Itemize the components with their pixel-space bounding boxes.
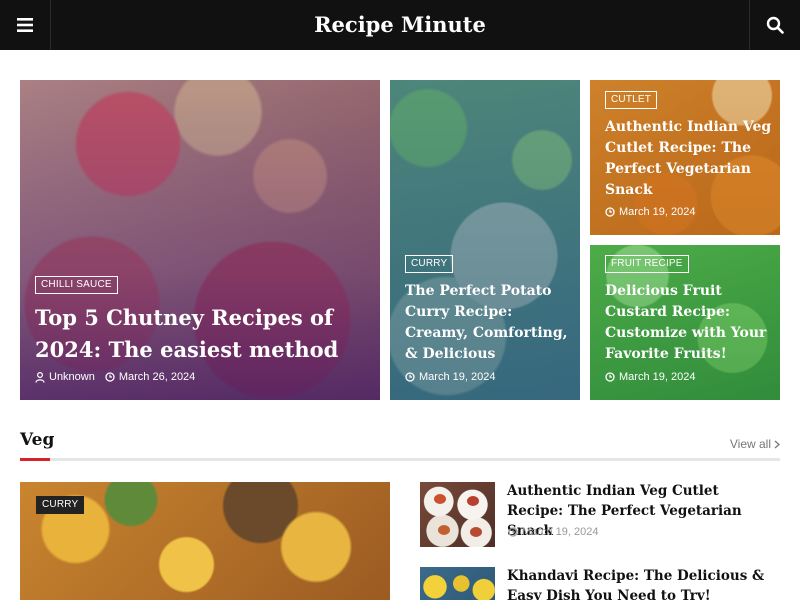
post-meta: Unknown March 26, 2024 bbox=[35, 371, 195, 383]
list-item-thumbnail[interactable] bbox=[420, 567, 495, 600]
section-title[interactable]: Veg bbox=[20, 430, 54, 450]
clock-icon bbox=[605, 372, 615, 382]
chevron-right-icon bbox=[774, 440, 780, 448]
post-date: March 19, 2024 bbox=[419, 371, 496, 383]
post-meta: March 19, 2024 bbox=[405, 371, 495, 383]
category-badge[interactable]: FRUIT RECIPE bbox=[605, 255, 689, 273]
view-all-link[interactable]: View all bbox=[730, 437, 780, 451]
hamburger-menu-icon bbox=[17, 18, 33, 32]
list-item-thumbnail[interactable] bbox=[420, 482, 495, 547]
menu-button[interactable] bbox=[0, 0, 51, 50]
featured-post-4[interactable]: FRUIT RECIPE Delicious Fruit Custard Rec… bbox=[590, 245, 780, 400]
list-item-date: March 19, 2024 bbox=[522, 526, 599, 538]
user-icon bbox=[35, 371, 45, 383]
view-all-label: View all bbox=[729, 437, 771, 451]
search-icon bbox=[766, 16, 784, 34]
featured-post-title[interactable]: Top 5 Chutney Recipes of 2024: The easie… bbox=[35, 302, 370, 366]
featured-post-title[interactable]: The Perfect Potato Curry Recipe: Creamy,… bbox=[405, 281, 573, 365]
category-badge[interactable]: CUTLET bbox=[605, 91, 658, 109]
featured-post-1[interactable]: CHILLI SAUCE Top 5 Chutney Recipes of 20… bbox=[20, 80, 380, 400]
site-title[interactable]: Recipe Minute bbox=[200, 0, 600, 50]
section-main-post[interactable]: CURRY bbox=[20, 482, 390, 600]
featured-post-title[interactable]: Delicious Fruit Custard Recipe: Customiz… bbox=[605, 281, 777, 365]
clock-icon bbox=[105, 372, 115, 382]
clock-icon bbox=[605, 207, 615, 217]
post-date: March 19, 2024 bbox=[619, 206, 696, 218]
post-date: March 26, 2024 bbox=[118, 371, 196, 383]
post-meta: March 19, 2024 bbox=[605, 206, 695, 218]
category-badge[interactable]: CHILLI SAUCE bbox=[35, 276, 118, 294]
category-badge[interactable]: CURRY bbox=[36, 496, 85, 514]
post-meta: March 19, 2024 bbox=[605, 371, 695, 383]
featured-post-2[interactable]: CURRY The Perfect Potato Curry Recipe: C… bbox=[390, 80, 580, 400]
category-badge[interactable]: CURRY bbox=[405, 255, 454, 273]
section-accent-bar bbox=[20, 458, 50, 461]
section-divider bbox=[20, 458, 780, 461]
top-navbar: Recipe Minute bbox=[0, 0, 800, 50]
search-button[interactable] bbox=[749, 0, 800, 50]
featured-post-title[interactable]: Authentic Indian Veg Cutlet Recipe: The … bbox=[605, 117, 775, 201]
featured-post-3[interactable]: CUTLET Authentic Indian Veg Cutlet Recip… bbox=[590, 80, 780, 235]
list-item-meta: March 19, 2024 bbox=[508, 526, 598, 538]
clock-icon bbox=[508, 527, 518, 537]
post-date: March 19, 2024 bbox=[619, 371, 696, 383]
clock-icon bbox=[405, 372, 415, 382]
post-author[interactable]: Unknown bbox=[49, 371, 95, 383]
list-item-title[interactable]: Khandavi Recipe: The Delicious & Easy Di… bbox=[507, 566, 777, 600]
